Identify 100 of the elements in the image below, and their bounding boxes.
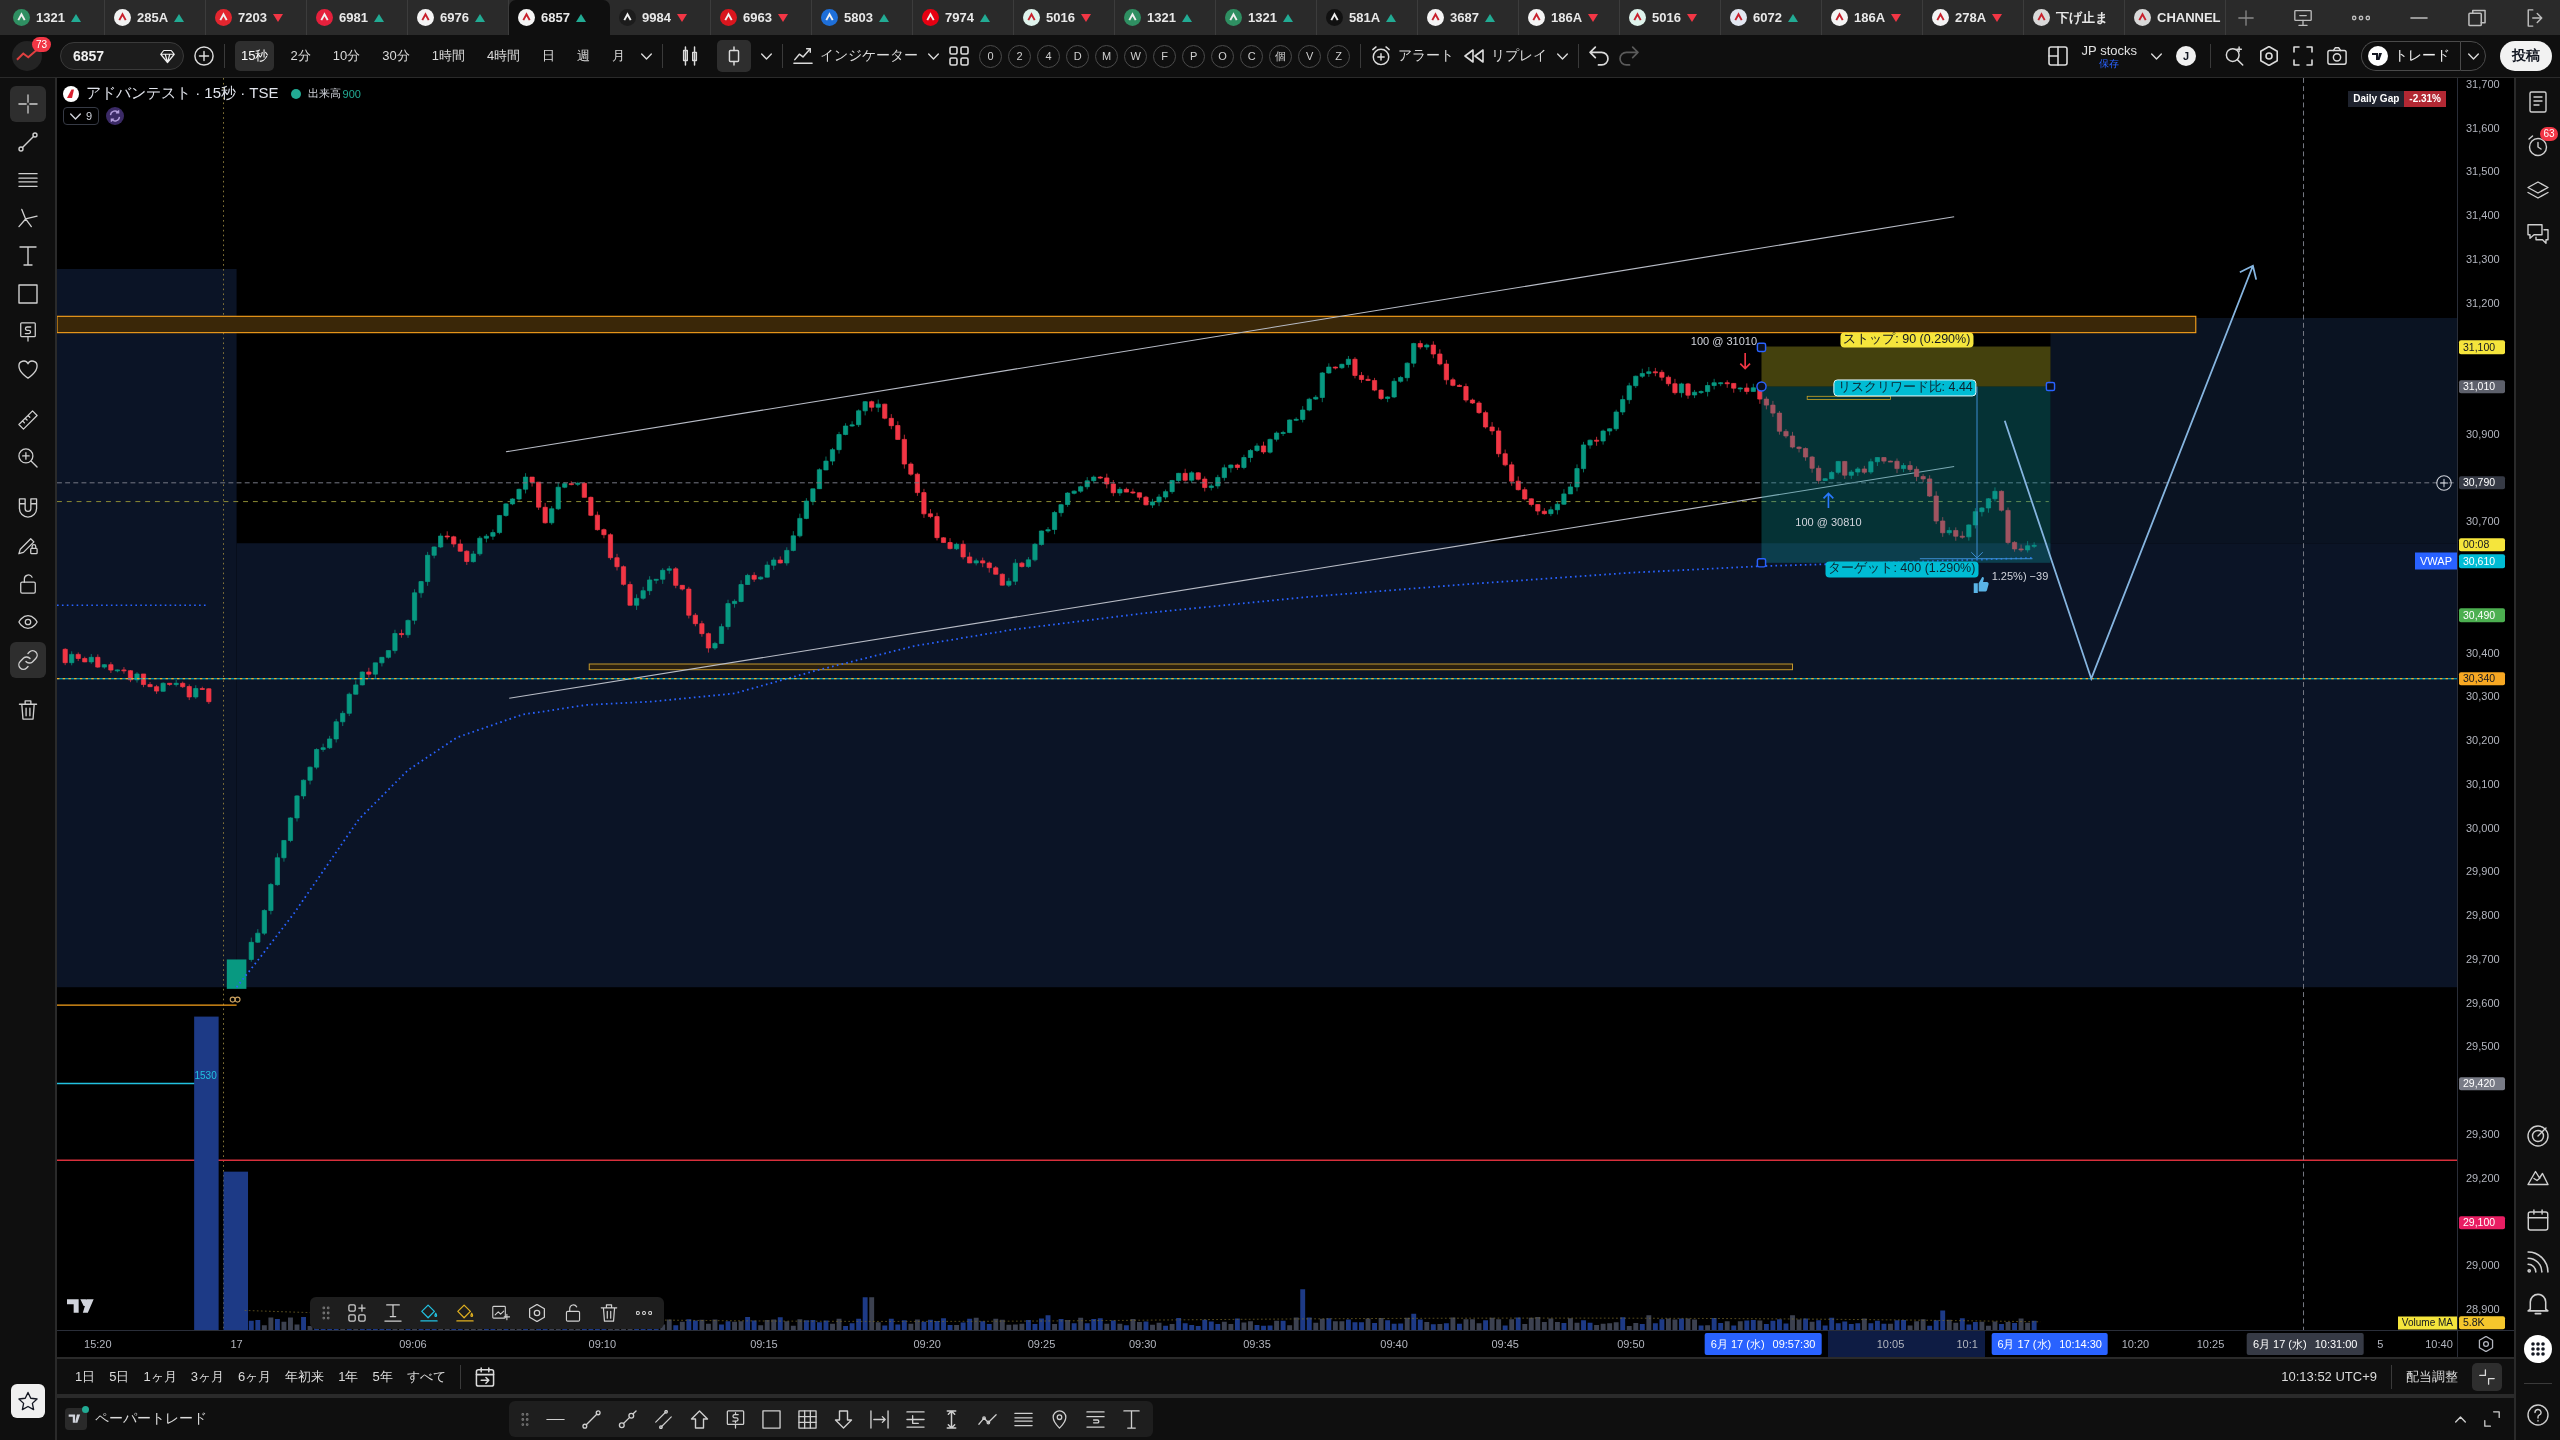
chevron-down-icon[interactable] (1557, 52, 1569, 60)
symbol-search-field[interactable]: 6857 (60, 42, 184, 70)
chart-type-button[interactable] (717, 40, 752, 72)
broadcast-icon[interactable] (2527, 1251, 2549, 1273)
down-arrow-icon[interactable] (834, 1409, 853, 1429)
ray-icon[interactable] (618, 1409, 637, 1429)
chevron-down-icon[interactable] (928, 52, 940, 60)
search-icon[interactable] (2225, 46, 2245, 66)
alarm-clock-icon[interactable] (2527, 135, 2549, 157)
trend-line-icon[interactable] (582, 1409, 601, 1429)
paper-trading-tab[interactable]: ペーパートレード (65, 1408, 207, 1430)
time-tick-label: 09:25 (1027, 1338, 1056, 1350)
date-range-icon[interactable] (870, 1409, 889, 1429)
price-tick-label: 30,400 (2466, 647, 2500, 658)
add-circle-icon[interactable] (194, 46, 214, 66)
interval-button[interactable]: 2分 (284, 41, 317, 71)
adjustment-button[interactable]: 配当調整 (2406, 1367, 2458, 1386)
layers-icon[interactable] (2527, 179, 2549, 201)
round-handle-icon[interactable] (1756, 381, 1767, 392)
square-handle-icon[interactable] (1756, 342, 1767, 353)
chat-icon[interactable] (2527, 223, 2549, 245)
interval-button[interactable]: 4時間 (480, 41, 527, 71)
add-tab-icon[interactable] (2238, 9, 2254, 26)
range-button[interactable]: 5日 (109, 1367, 130, 1386)
range-button[interactable]: 6ヶ月 (237, 1367, 272, 1386)
restore-icon[interactable] (2468, 8, 2486, 27)
interval-button[interactable]: 30分 (376, 41, 416, 71)
replay-button[interactable]: リプレイ (1464, 46, 1548, 66)
collapse-button[interactable] (2472, 1362, 2502, 1391)
indicators-button[interactable]: インジケーター (793, 46, 919, 66)
indicators-toggle-button[interactable]: 9 (63, 107, 100, 125)
square-handle-icon[interactable] (2045, 381, 2056, 392)
chevron-down-icon[interactable] (2151, 52, 2162, 60)
line-chart-icon (793, 46, 814, 66)
interval-button[interactable]: 10分 (326, 41, 367, 71)
price-label-icon[interactable] (726, 1409, 745, 1429)
favorites-button[interactable] (10, 1384, 45, 1418)
save-status: 保存 (2099, 58, 2120, 69)
clock-label[interactable]: 10:13:52 UTC+9 (2281, 1369, 2377, 1384)
alert-button[interactable]: アラート (1371, 46, 1455, 66)
redo-icon[interactable] (1619, 46, 1640, 66)
range-button[interactable]: 5年 (372, 1367, 393, 1386)
range-button[interactable]: 年初来 (285, 1367, 325, 1386)
settings-icon[interactable] (2259, 46, 2279, 66)
calendar-icon[interactable] (2527, 1209, 2549, 1231)
tool-button[interactable] (9, 642, 46, 678)
square-handle-icon[interactable] (1756, 558, 1767, 568)
rectangle-icon[interactable] (762, 1409, 781, 1429)
chevron-down-icon[interactable] (761, 52, 773, 60)
chart-title[interactable]: アドバンテスト · 15秒 · TSE (86, 84, 279, 103)
symbol-tab[interactable]: 6857 (509, 0, 610, 35)
publish-button[interactable]: 投稿 (2500, 41, 2552, 71)
bell-icon[interactable] (2527, 1293, 2549, 1315)
interval-button[interactable]: 日 (536, 41, 562, 71)
time-tick-label: 09:50 (1617, 1338, 1645, 1350)
down-arrow-icon (1739, 352, 1751, 370)
trash-icon (17, 700, 38, 720)
interval-button[interactable]: 15秒 (235, 41, 275, 71)
camera-icon[interactable] (2327, 46, 2347, 66)
sync-icon[interactable] (106, 107, 125, 125)
settings-icon[interactable] (2478, 1336, 2494, 1352)
apps-icon[interactable] (2524, 1335, 2552, 1363)
support-zone[interactable] (588, 663, 1793, 671)
range-button[interactable]: すべて (406, 1367, 446, 1386)
text-icon[interactable] (1122, 1409, 1141, 1429)
time-tick-label: 09:15 (750, 1338, 778, 1350)
crosshair-icon (17, 94, 38, 114)
price-range-icon[interactable] (906, 1409, 925, 1429)
layout-icon[interactable] (2047, 46, 2068, 66)
up-arrow-icon[interactable] (690, 1409, 709, 1429)
fullscreen-icon[interactable] (2293, 46, 2313, 66)
grid-icon[interactable] (798, 1409, 817, 1429)
templates-icon[interactable] (949, 46, 970, 66)
watchlist-icon[interactable] (2527, 91, 2549, 113)
expand-icon[interactable] (2484, 1411, 2500, 1427)
range-button[interactable]: 1ヶ月 (143, 1367, 177, 1386)
user-avatar[interactable]: J (2176, 46, 2196, 66)
tool-button[interactable] (9, 86, 46, 122)
undo-icon[interactable] (1589, 46, 1610, 66)
pin-icon[interactable] (1050, 1409, 1069, 1429)
interval-button[interactable]: 1時間 (425, 41, 471, 71)
resistance-zone[interactable] (57, 315, 2197, 334)
parallel-channel-icon[interactable] (654, 1409, 673, 1429)
exit-icon[interactable] (2526, 8, 2544, 27)
chevron-up-icon[interactable] (2455, 1415, 2466, 1423)
trend-line-icon (17, 132, 38, 152)
help-icon[interactable] (2527, 1404, 2549, 1426)
layout-name[interactable]: JP stocks (2081, 43, 2137, 57)
interval-button[interactable]: 月 (606, 41, 632, 71)
range-button[interactable]: 1日 (75, 1367, 96, 1386)
target-icon[interactable] (2527, 1125, 2549, 1147)
chevron-down-icon[interactable] (641, 52, 653, 60)
monitor-icon[interactable] (2294, 8, 2312, 27)
list-icon[interactable] (1086, 1409, 1105, 1429)
interval-button[interactable]: 週 (571, 41, 597, 71)
horizontal-line[interactable] (57, 1082, 197, 1085)
range-button[interactable]: 3ヶ月 (190, 1367, 224, 1386)
add-circle-icon[interactable] (2435, 474, 2452, 491)
range-button[interactable]: 1年 (338, 1367, 359, 1386)
calendar-icon[interactable] (474, 1366, 495, 1387)
